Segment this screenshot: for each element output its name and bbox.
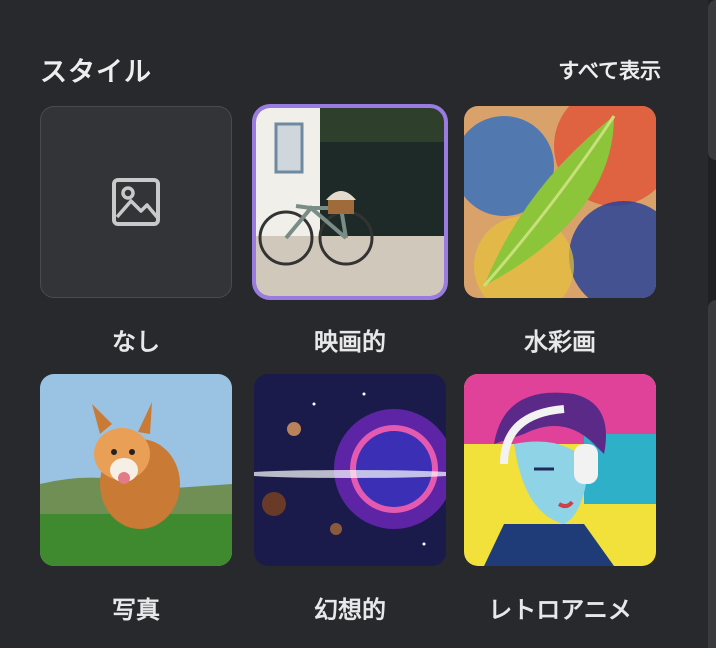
scroll-track-lower (708, 300, 716, 648)
scroll-track-upper (708, 0, 716, 160)
section-title: スタイル (40, 57, 152, 88)
retro-anime-thumbnail (464, 374, 656, 566)
style-label-watercolor: 水彩画 (524, 328, 596, 356)
style-label-fantasy: 幻想的 (314, 596, 386, 624)
image-placeholder-icon (112, 178, 160, 226)
style-panel: スタイル すべて表示 なし 映画的 水彩画 写真 幻想的 レトロアニメ (0, 0, 716, 648)
cinematic-thumbnail (256, 108, 444, 296)
style-label-none: なし (112, 328, 160, 356)
scrollbar[interactable] (708, 0, 716, 648)
style-card-none[interactable] (40, 106, 232, 298)
style-card-cinematic[interactable] (252, 104, 448, 300)
style-label-cinematic: 映画的 (314, 328, 386, 356)
fantasy-thumbnail (254, 374, 446, 566)
style-card-watercolor[interactable] (464, 106, 656, 298)
photo-thumbnail (40, 374, 232, 566)
style-card-retro-anime[interactable] (464, 374, 656, 566)
style-card-fantasy[interactable] (254, 374, 446, 566)
show-all-link[interactable]: すべて表示 (558, 55, 661, 85)
style-card-photo[interactable] (40, 374, 232, 566)
style-label-retro-anime: レトロアニメ (488, 596, 632, 624)
watercolor-thumbnail (464, 106, 656, 298)
style-label-photo: 写真 (112, 596, 160, 624)
